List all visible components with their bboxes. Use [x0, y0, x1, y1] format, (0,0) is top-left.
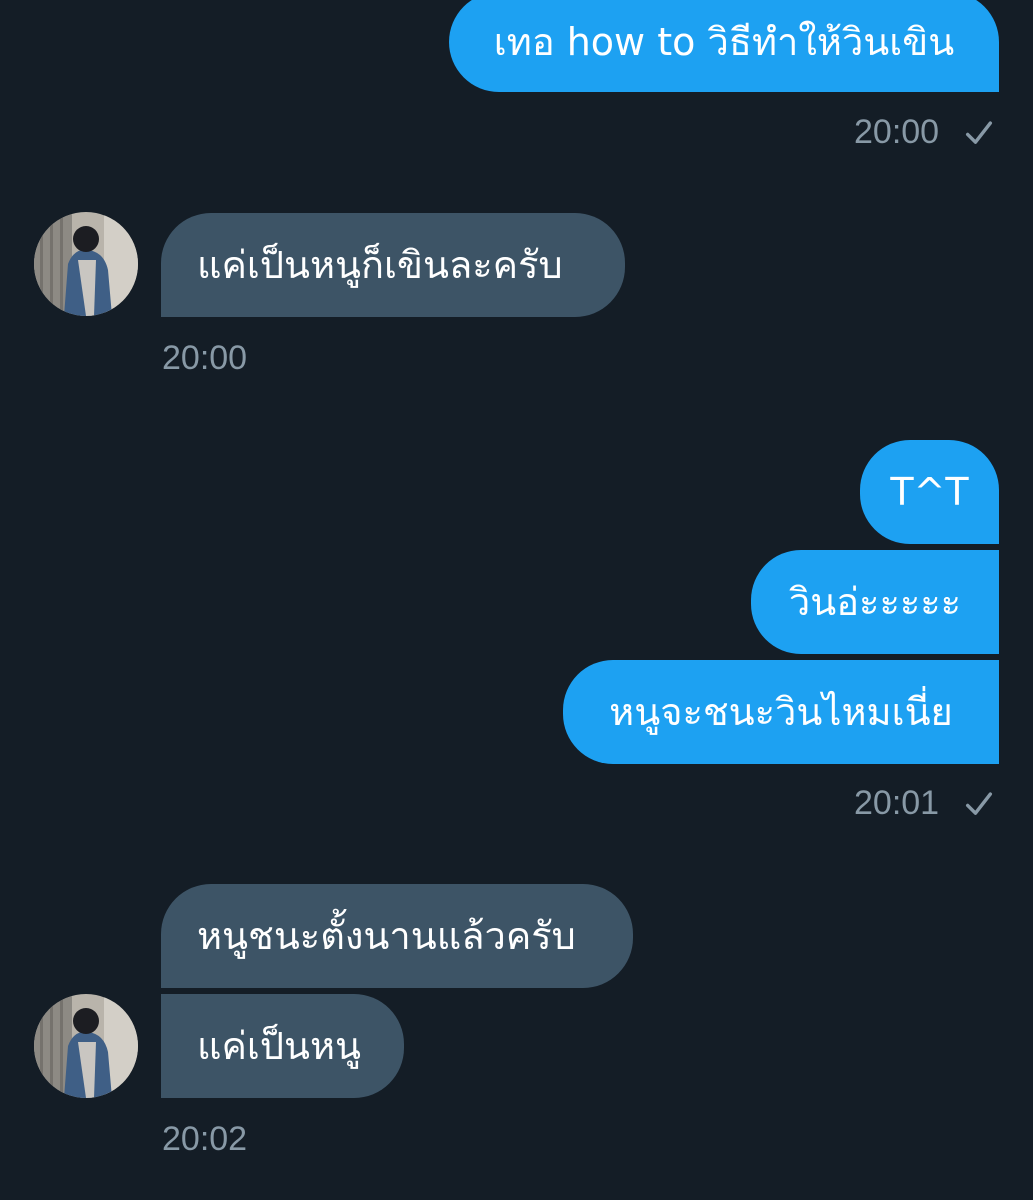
- message-text: หนูชนะตั้งนานแล้วครับ: [197, 914, 576, 958]
- received-message-bubble[interactable]: หนูชนะตั้งนานแล้วครับ: [161, 884, 633, 988]
- message-text: แค่เป็นหนูก็เขินละครับ: [197, 243, 563, 287]
- message-text: T^T: [890, 470, 969, 514]
- sent-message-bubble[interactable]: T^T: [860, 440, 999, 544]
- avatar[interactable]: [34, 212, 138, 316]
- message-timestamp: 20:02: [162, 1120, 248, 1158]
- received-message-bubble[interactable]: แค่เป็นหนู: [161, 994, 404, 1098]
- received-message-bubble[interactable]: แค่เป็นหนูก็เขินละครับ: [161, 213, 625, 317]
- sent-message-bubble[interactable]: หนูจะชนะวินไหมเนี่ย: [563, 660, 999, 764]
- avatar[interactable]: [34, 994, 138, 1098]
- message-text: หนูจะชนะวินไหมเนี่ย: [609, 690, 953, 734]
- profile-photo: [34, 212, 138, 316]
- message-timestamp: 20:00: [854, 113, 940, 151]
- message-text: แค่เป็นหนู: [197, 1024, 362, 1068]
- message-text: เทอ how to วิธีทำให้วินเขิน: [493, 20, 955, 64]
- read-check-icon: [965, 121, 993, 144]
- message-timestamp: 20:01: [854, 784, 940, 822]
- profile-photo: [34, 994, 138, 1098]
- message-text: วินอ่ะะะะะ: [788, 580, 962, 624]
- conversation-view: เทอ how to วิธีทำให้วินเขิน 20:00 แค่เป็…: [0, 0, 1033, 1200]
- message-timestamp: 20:00: [162, 339, 248, 377]
- sent-message-bubble[interactable]: วินอ่ะะะะะ: [751, 550, 999, 654]
- read-check-icon: [965, 792, 993, 815]
- sent-message-bubble[interactable]: เทอ how to วิธีทำให้วินเขิน: [449, 0, 999, 92]
